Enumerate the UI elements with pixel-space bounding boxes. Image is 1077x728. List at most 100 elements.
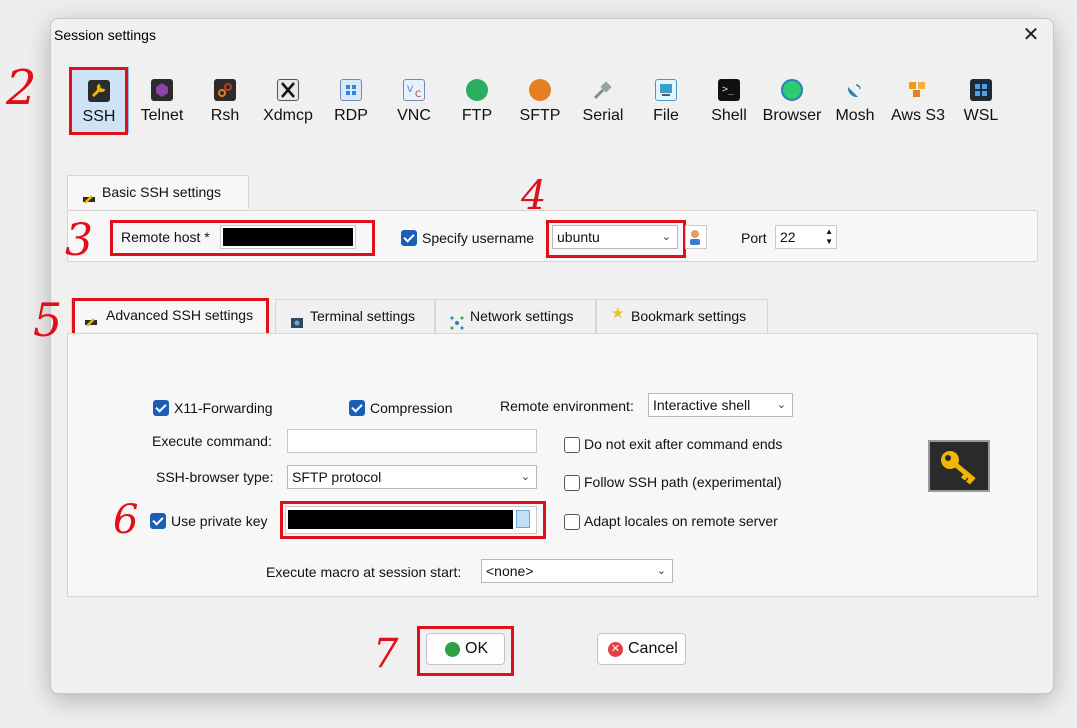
annotation-4: 4: [521, 173, 547, 219]
session-type-rsh[interactable]: Rsh: [195, 67, 255, 133]
wsl-windows-icon: [970, 79, 992, 101]
execute-macro-value: <none>: [486, 563, 534, 579]
user-manager-icon[interactable]: [685, 225, 707, 249]
wrench-icon: [82, 185, 96, 204]
terminal-icon: [290, 309, 304, 328]
session-type-mosh[interactable]: Mosh: [825, 67, 885, 133]
chevron-down-icon: ⌄: [520, 471, 530, 483]
chevron-down-icon: ⌄: [776, 399, 786, 411]
session-type-label: Telnet: [140, 107, 184, 124]
session-type-ftp[interactable]: FTP: [447, 67, 507, 133]
xdmcp-icon: [277, 79, 299, 101]
tab-label: Network settings: [470, 308, 574, 324]
ssh-browser-type-label: SSH-browser type:: [156, 469, 274, 485]
window-title: Session settings: [54, 27, 156, 43]
session-type-browser[interactable]: Browser: [762, 67, 822, 133]
tab-network-settings[interactable]: Network settings: [435, 299, 596, 333]
key-icon: [928, 440, 990, 492]
session-type-telnet[interactable]: Telnet: [132, 67, 192, 133]
execute-macro-select[interactable]: <none> ⌄: [481, 559, 673, 583]
ftp-icon: [466, 79, 488, 101]
session-type-serial[interactable]: Serial: [573, 67, 633, 133]
tab-label: Bookmark settings: [631, 308, 747, 324]
file-icon: [655, 79, 677, 101]
session-type-label: FTP: [461, 107, 493, 124]
execute-command-input[interactable]: [287, 429, 537, 453]
use-private-key-label: Use private key: [171, 513, 268, 529]
session-type-wsl[interactable]: WSL: [951, 67, 1011, 133]
follow-ssh-path-label: Follow SSH path (experimental): [584, 474, 782, 490]
remote-environment-label: Remote environment:: [500, 398, 634, 414]
cancel-x-icon: ✕: [608, 642, 623, 657]
highlight-ssh: [69, 67, 128, 135]
chevron-down-icon: ⌄: [656, 565, 666, 577]
highlight-username: [546, 220, 686, 258]
session-type-xdmcp[interactable]: Xdmcp: [258, 67, 318, 133]
port-spinner-icon[interactable]: ▲ ▼: [825, 227, 833, 247]
specify-username-label: Specify username: [422, 230, 535, 246]
svg-text:>_: >_: [722, 84, 735, 95]
rdp-icon: [340, 79, 362, 101]
x11-forwarding-label: X11-Forwarding: [174, 400, 273, 416]
star-icon: ★: [611, 305, 625, 322]
ssh-browser-type-value: SFTP protocol: [292, 469, 382, 485]
aws-s3-icon: [907, 79, 929, 101]
session-type-label: Shell: [711, 107, 747, 124]
network-icon: [450, 309, 464, 330]
session-type-shell[interactable]: >_ Shell: [699, 67, 759, 133]
highlight-remote-host: [110, 220, 375, 256]
title-bar: Session settings ✕: [51, 19, 1053, 53]
tab-terminal-settings[interactable]: Terminal settings: [275, 299, 435, 333]
tab-bookmark-settings[interactable]: ★ Bookmark settings: [596, 299, 768, 333]
session-type-label: Serial: [582, 107, 624, 124]
rsh-icon: [214, 79, 236, 101]
port-input[interactable]: 22 ▲ ▼: [775, 225, 837, 249]
follow-ssh-path-checkbox[interactable]: [564, 475, 580, 491]
svg-text:V: V: [407, 85, 414, 95]
session-settings-dialog: Session settings ✕ SSH Telnet Rsh Xdmcp …: [33, 18, 1054, 694]
annotation-7: 7: [373, 631, 399, 677]
advanced-settings-panel: [67, 333, 1038, 597]
session-type-rdp[interactable]: RDP: [321, 67, 381, 133]
do-not-exit-label: Do not exit after command ends: [584, 436, 783, 452]
session-type-label: Mosh: [835, 107, 875, 124]
session-type-label: Aws S3: [891, 107, 945, 124]
close-icon[interactable]: ✕: [1019, 23, 1043, 47]
do-not-exit-checkbox[interactable]: [564, 437, 580, 453]
highlight-ok: [417, 626, 514, 676]
compression-label: Compression: [370, 400, 453, 416]
x11-forwarding-checkbox[interactable]: [153, 400, 169, 416]
session-type-label: Xdmcp: [263, 107, 313, 124]
adapt-locales-label: Adapt locales on remote server: [584, 513, 778, 529]
specify-username-checkbox[interactable]: [401, 230, 417, 246]
ssh-browser-type-select[interactable]: SFTP protocol ⌄: [287, 465, 537, 489]
annotation-6: 6: [113, 497, 139, 543]
serial-icon: [592, 79, 614, 101]
remote-environment-value: Interactive shell: [653, 397, 751, 413]
tab-basic-ssh-settings[interactable]: Basic SSH settings: [67, 175, 249, 209]
tab-label: Terminal settings: [310, 308, 416, 324]
session-type-file[interactable]: File: [636, 67, 696, 133]
annotation-3: 3: [65, 215, 93, 266]
cancel-label: Cancel: [628, 640, 678, 657]
session-type-label: File: [653, 107, 679, 124]
vnc-icon: VC: [403, 79, 425, 101]
session-type-sftp[interactable]: SFTP: [510, 67, 570, 133]
compression-checkbox[interactable]: [349, 400, 365, 416]
execute-macro-label: Execute macro at session start:: [266, 564, 462, 580]
remote-environment-select[interactable]: Interactive shell ⌄: [648, 393, 793, 417]
highlight-private-key: [280, 501, 546, 539]
cancel-button[interactable]: ✕ Cancel: [597, 633, 686, 665]
mosh-satellite-icon: [844, 79, 866, 101]
session-type-label: VNC: [397, 107, 431, 124]
port-label: Port: [741, 230, 767, 246]
adapt-locales-checkbox[interactable]: [564, 514, 580, 530]
session-type-aws-s3[interactable]: Aws S3: [888, 67, 948, 133]
use-private-key-checkbox[interactable]: [150, 513, 166, 529]
highlight-advanced-tab: [72, 298, 269, 336]
svg-text:C: C: [415, 90, 421, 100]
session-type-label: RDP: [334, 107, 368, 124]
session-type-vnc[interactable]: V C VNC: [384, 67, 444, 133]
port-value: 22: [780, 229, 796, 245]
sftp-icon: [529, 79, 551, 101]
